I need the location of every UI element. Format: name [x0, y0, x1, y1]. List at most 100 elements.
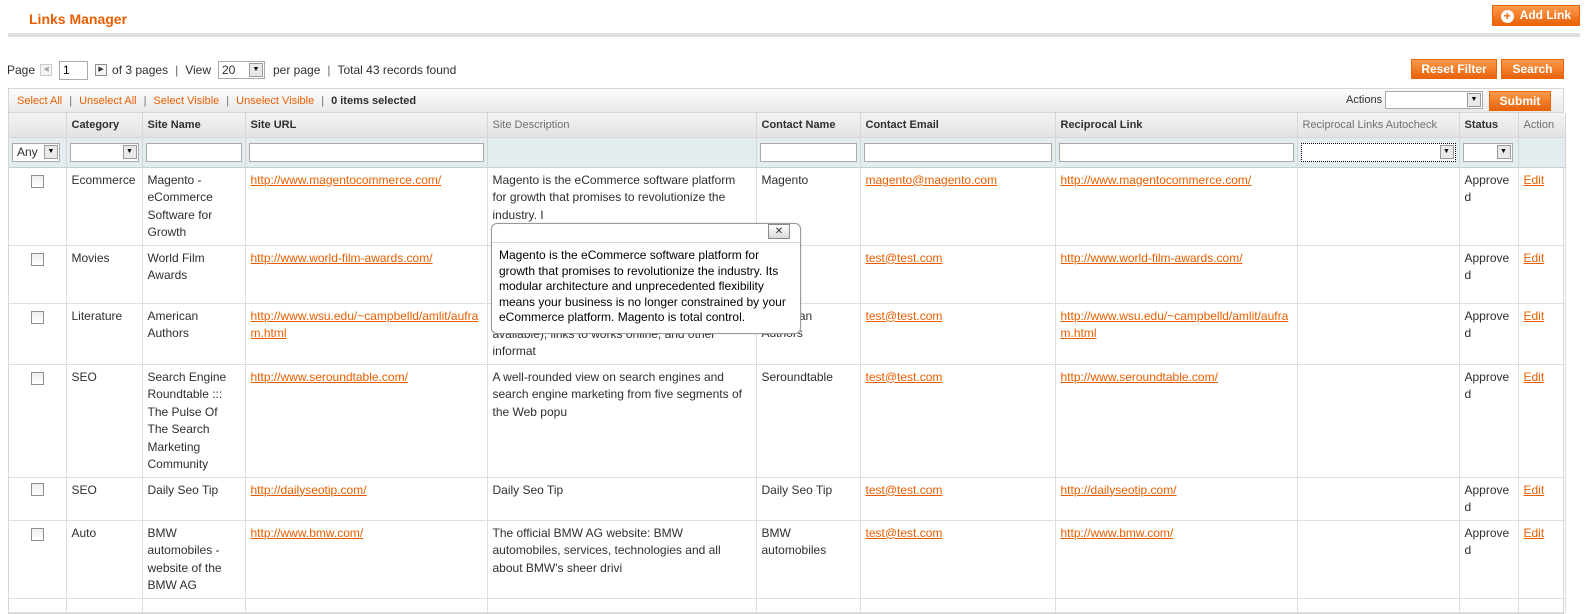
- next-page-icon[interactable]: ▶: [95, 64, 108, 76]
- tooltip-header: ✕: [492, 224, 800, 243]
- edit-link[interactable]: Edit: [1524, 173, 1545, 187]
- cell-site-name: American Authors: [142, 303, 246, 365]
- view-label: View: [185, 63, 211, 77]
- col-contact-email[interactable]: Contact Email: [860, 113, 1056, 138]
- cell-category: SEO: [66, 364, 143, 478]
- select-all-link[interactable]: Select All: [17, 95, 62, 107]
- chevron-down-icon: ▼: [1467, 93, 1481, 107]
- select-visible-link[interactable]: Select Visible: [153, 95, 219, 107]
- pager: Page ◀ ▶ of 3 pages | View 20 ▼ per page…: [7, 60, 456, 80]
- cell-site-url-link[interactable]: http://www.world-film-awards.com/: [251, 251, 433, 265]
- cell-reciprocal-link[interactable]: http://www.wsu.edu/~campbelld/amlit/aufr…: [1061, 309, 1289, 341]
- cell-description[interactable]: Daily Seo Tip: [487, 477, 757, 521]
- tooltip-text: Magento is the eCommerce software platfo…: [499, 248, 786, 324]
- cell-site-url-link[interactable]: http://www.magentocommerce.com/: [251, 173, 442, 187]
- massaction-bar: Select All | Unselect All | Select Visible | U…: [8, 88, 1564, 113]
- edit-link[interactable]: Edit: [1524, 309, 1545, 323]
- filter-category-select[interactable]: ▼: [69, 142, 139, 162]
- edit-link[interactable]: Edit: [1524, 526, 1545, 540]
- close-icon[interactable]: ✕: [768, 224, 790, 239]
- submit-button[interactable]: Submit: [1489, 91, 1551, 111]
- cell-site-url-link[interactable]: http://dailyseotip.com/: [251, 483, 367, 497]
- actions-select[interactable]: ▼: [1385, 91, 1483, 109]
- col-site-name[interactable]: Site Name: [142, 113, 246, 138]
- cell-site-name: Magento - eCommerce Software for Growth: [142, 167, 246, 246]
- page-title: Links Manager: [29, 11, 128, 27]
- col-site-url[interactable]: Site URL: [245, 113, 488, 138]
- cell-autocheck: [1297, 303, 1460, 365]
- row-checkbox[interactable]: [30, 527, 44, 541]
- cell-description[interactable]: The official BMW AG website: BMW automob…: [487, 520, 757, 599]
- edit-link[interactable]: Edit: [1524, 483, 1545, 497]
- row-checkbox[interactable]: [30, 174, 44, 188]
- cell-status: Approved: [1459, 245, 1519, 304]
- filter-contact-email-input[interactable]: [863, 142, 1052, 162]
- cell-site-url-link[interactable]: http://www.bmw.com/: [251, 526, 364, 540]
- add-link-button[interactable]: + Add Link: [1491, 5, 1580, 26]
- filter-status-select[interactable]: ▼: [1462, 142, 1513, 162]
- separator: |: [321, 95, 325, 107]
- cell-reciprocal-link[interactable]: http://www.seroundtable.com/: [1061, 370, 1218, 384]
- search-button[interactable]: Search: [1501, 59, 1564, 79]
- cell-autocheck: [1297, 167, 1460, 246]
- separator: |: [226, 95, 230, 107]
- cell-contact-email-link[interactable]: test@test.com: [866, 309, 943, 323]
- row-checkbox[interactable]: [30, 252, 44, 266]
- cell-site-name: Search Engine Roundtable ::: The Pulse O…: [142, 364, 246, 478]
- cell-autocheck: [1297, 477, 1460, 521]
- filter-contact-name-input[interactable]: [759, 142, 857, 162]
- cell-site-name: World Film Awards: [142, 245, 246, 304]
- cell-reciprocal-link[interactable]: http://dailyseotip.com/: [1061, 483, 1177, 497]
- separator: |: [69, 95, 73, 107]
- cell-category: Literature: [66, 303, 143, 365]
- cell-site-url-link[interactable]: http://www.seroundtable.com/: [251, 370, 408, 384]
- page-number-input[interactable]: [59, 60, 89, 80]
- cell-contact-name: BMW automobiles: [756, 520, 861, 599]
- links-grid: Category Site Name Site URL Site Descrip…: [8, 113, 1566, 614]
- col-action: Action: [1518, 113, 1566, 138]
- col-reciprocal-autocheck: Reciprocal Links Autocheck: [1297, 113, 1460, 138]
- col-status[interactable]: Status: [1459, 113, 1519, 138]
- cell-contact-name: Seroundtable: [756, 364, 861, 478]
- table-row: [9, 598, 1566, 613]
- add-link-label: Add Link: [1519, 8, 1571, 22]
- row-checkbox[interactable]: [30, 310, 44, 324]
- reset-filter-button[interactable]: Reset Filter: [1411, 59, 1497, 79]
- chevron-down-icon: ▼: [1496, 144, 1511, 159]
- edit-link[interactable]: Edit: [1524, 251, 1545, 265]
- edit-link[interactable]: Edit: [1524, 370, 1545, 384]
- separator: |: [143, 95, 147, 107]
- cell-contact-email-link[interactable]: test@test.com: [866, 370, 943, 384]
- col-reciprocal-link[interactable]: Reciprocal Link: [1055, 113, 1298, 138]
- row-checkbox[interactable]: [30, 371, 44, 385]
- col-contact-name[interactable]: Contact Name: [756, 113, 861, 138]
- pager-separator: |: [327, 63, 331, 77]
- filter-reciprocal-link-input[interactable]: [1058, 142, 1294, 162]
- cell-reciprocal-link[interactable]: http://www.magentocommerce.com/: [1061, 173, 1252, 187]
- cell-contact-email-link[interactable]: test@test.com: [866, 483, 943, 497]
- cell-category: Movies: [66, 245, 143, 304]
- filter-checkbox-select[interactable]: Any ▼: [12, 142, 60, 162]
- per-page-value: 20: [222, 63, 236, 77]
- row-checkbox[interactable]: [30, 482, 44, 496]
- filter-description-empty: [487, 137, 757, 168]
- filter-site-name-input[interactable]: [145, 142, 242, 162]
- filter-any-value: Any: [17, 144, 38, 159]
- unselect-visible-link[interactable]: Unselect Visible: [236, 95, 314, 107]
- filter-autocheck-select[interactable]: ▼: [1300, 142, 1456, 162]
- cell-category: Ecommerce: [66, 167, 143, 246]
- cell-contact-email-link[interactable]: test@test.com: [866, 526, 943, 540]
- unselect-all-link[interactable]: Unselect All: [79, 95, 136, 107]
- cell-site-url-link[interactable]: http://www.wsu.edu/~campbelld/amlit/aufr…: [251, 309, 479, 341]
- col-checkbox: [9, 113, 67, 138]
- filter-action-empty: [1518, 137, 1566, 168]
- col-category[interactable]: Category: [66, 113, 143, 138]
- filter-site-url-input[interactable]: [248, 142, 484, 162]
- cell-description[interactable]: A well-rounded view on search engines an…: [487, 364, 757, 478]
- per-page-select[interactable]: 20 ▼: [218, 61, 265, 79]
- cell-reciprocal-link[interactable]: http://www.bmw.com/: [1061, 526, 1174, 540]
- cell-contact-email-link[interactable]: magento@magento.com: [866, 173, 998, 187]
- prev-page-icon[interactable]: ◀: [40, 64, 53, 76]
- cell-reciprocal-link[interactable]: http://www.world-film-awards.com/: [1061, 251, 1243, 265]
- cell-contact-email-link[interactable]: test@test.com: [866, 251, 943, 265]
